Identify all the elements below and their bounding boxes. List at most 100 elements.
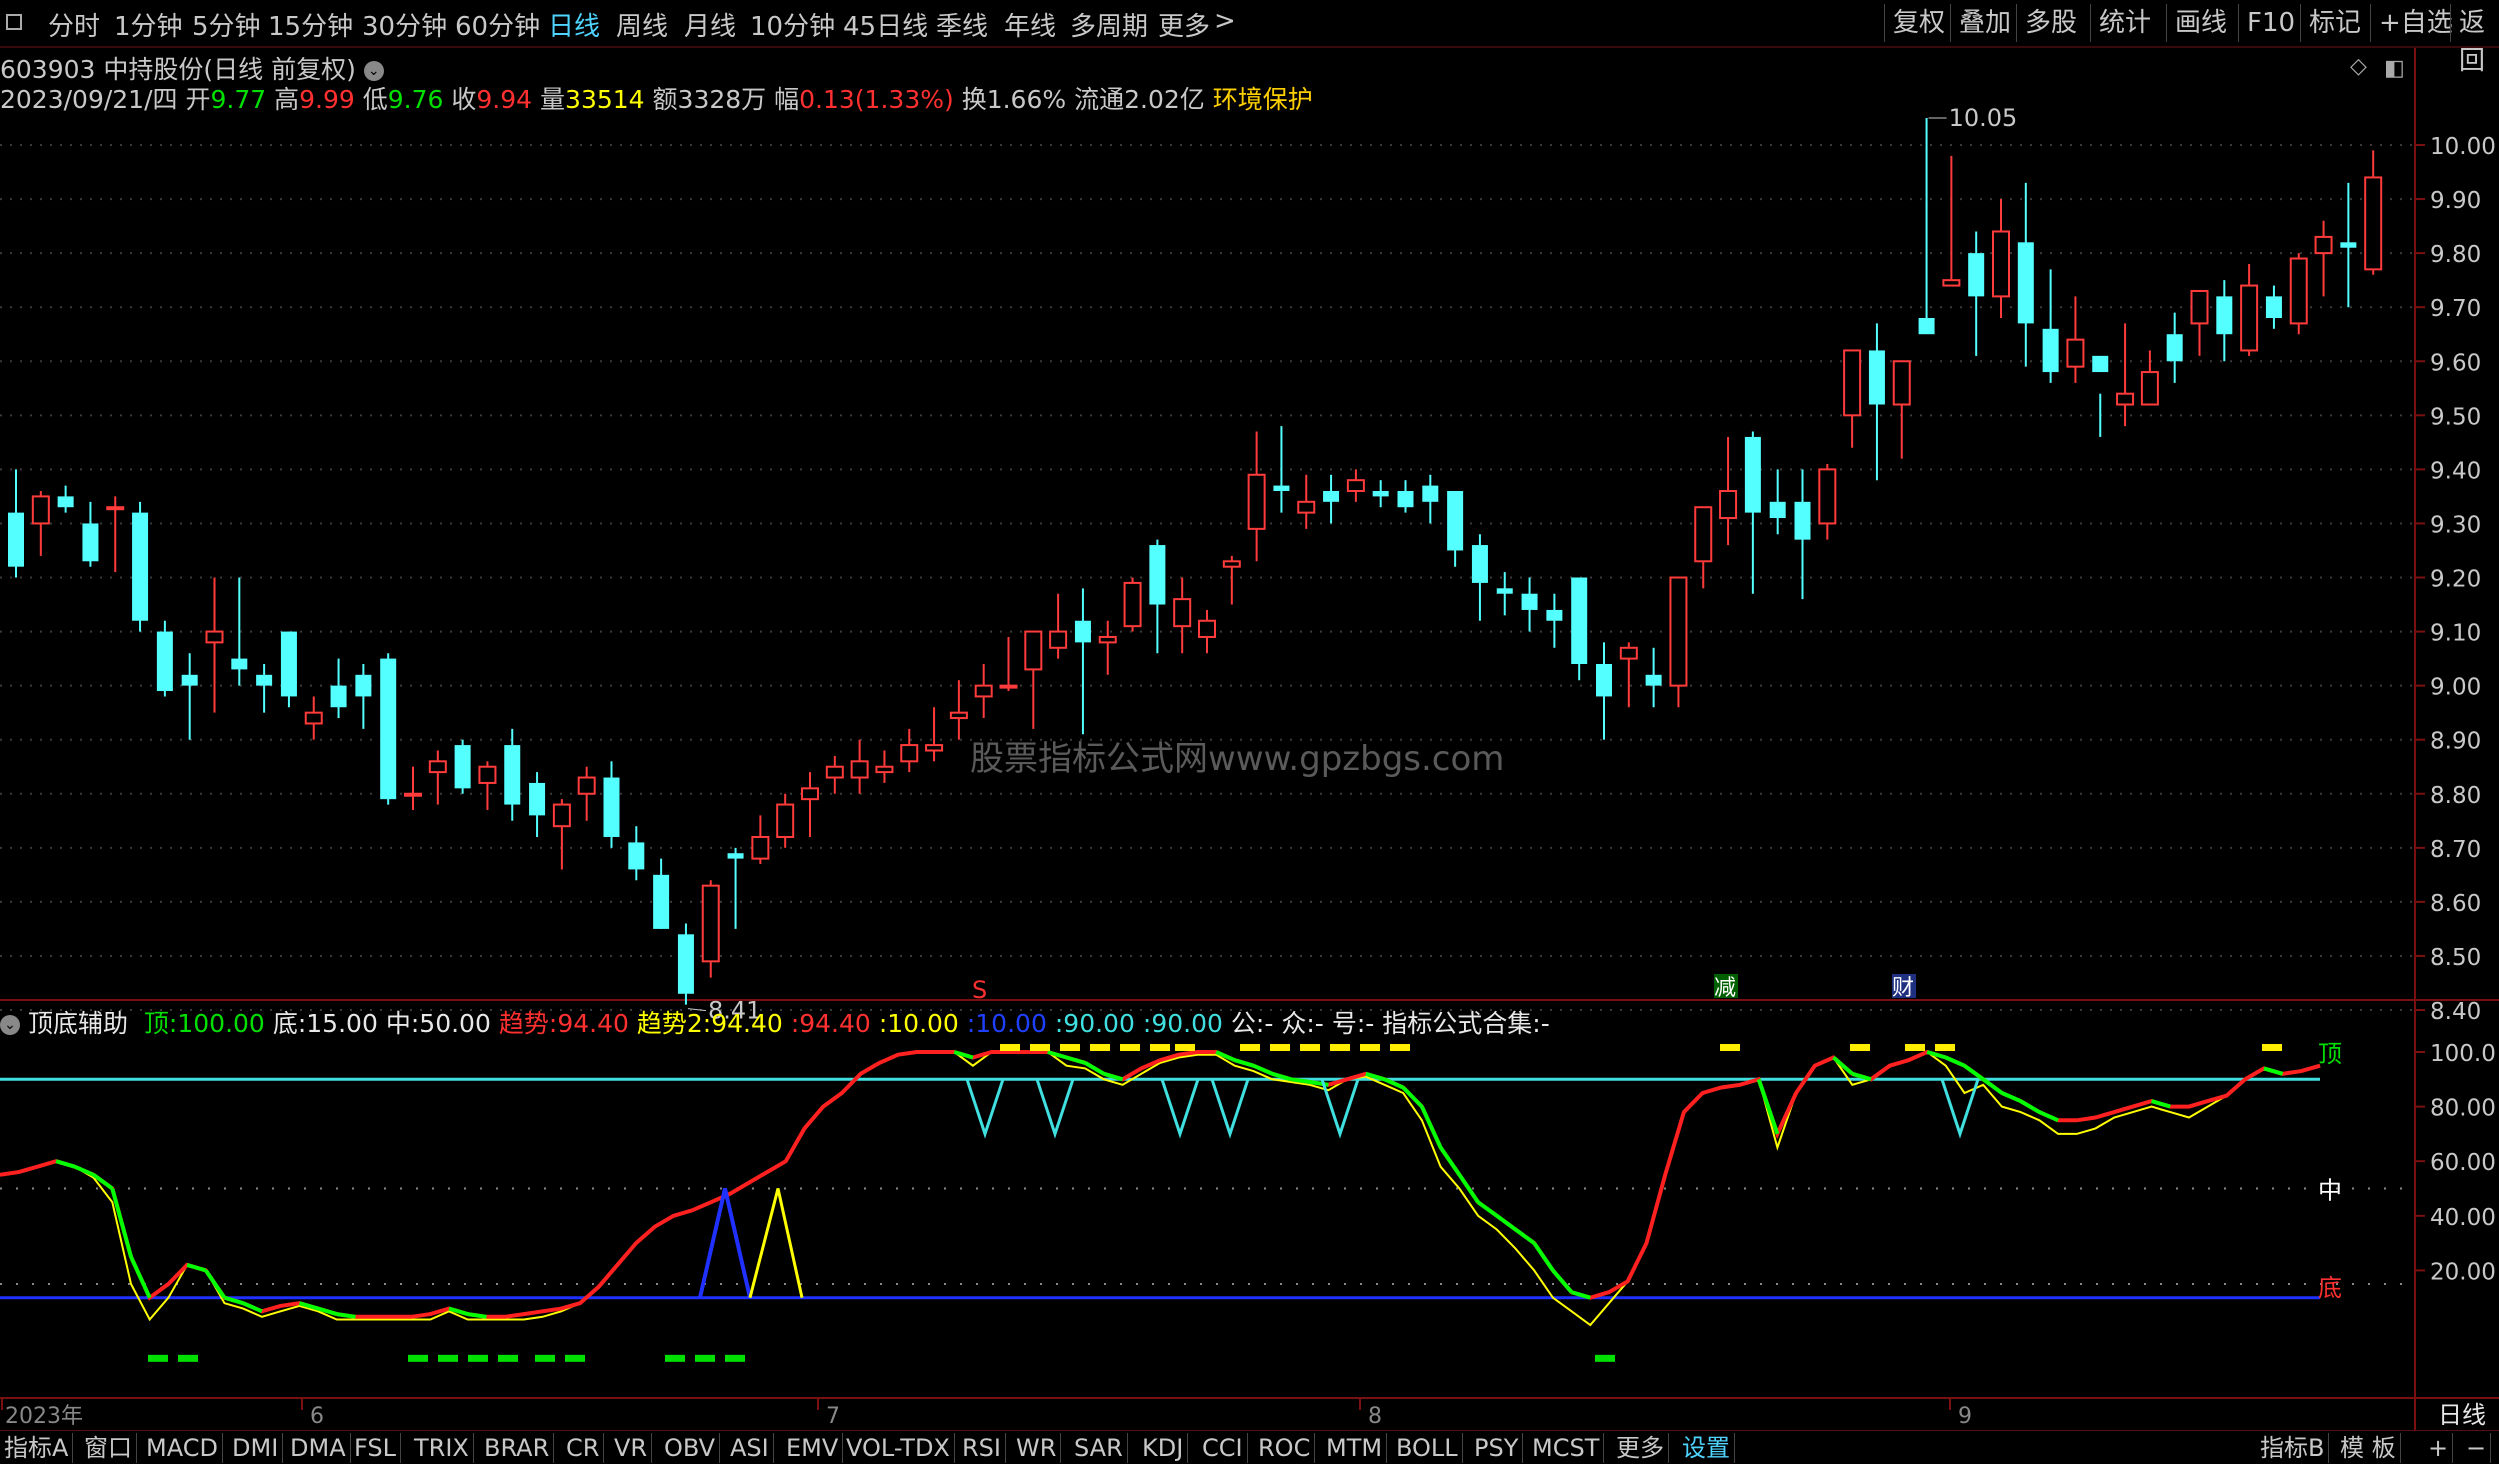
top-signal-bar: [1175, 1044, 1195, 1051]
price-tick-label: 9.10: [2430, 621, 2481, 647]
period-tab-1[interactable]: 1分钟: [114, 6, 183, 43]
indicator-menu-icon[interactable]: ⌄: [0, 1015, 20, 1035]
candle-body: [280, 631, 297, 697]
candle-body: [727, 853, 744, 859]
indicator-tab-27[interactable]: 模 板: [2336, 1433, 2401, 1463]
toolbar-button-0[interactable]: 复权: [1884, 4, 1953, 42]
period-tab-10[interactable]: 45日线: [843, 6, 928, 43]
top-signal-bar: [1935, 1044, 1955, 1051]
toolbar-button-4[interactable]: 画线: [2166, 4, 2235, 42]
candle-body: [31, 495, 50, 525]
period-tab-8[interactable]: 月线: [684, 6, 736, 43]
candle-body: [1669, 576, 1688, 687]
toolbar-button-5[interactable]: F10: [2238, 4, 2303, 42]
candle-body: [1247, 473, 1266, 530]
indicator-tab-29[interactable]: −: [2462, 1433, 2492, 1463]
indicator-tab-14[interactable]: RSI: [958, 1433, 1006, 1463]
toolbar-button-6[interactable]: 标记: [2300, 4, 2369, 42]
indicator-tab-5[interactable]: FSL: [350, 1433, 401, 1463]
candle-body: [529, 782, 546, 816]
candle-body: [701, 884, 720, 963]
menu-icon[interactable]: [6, 14, 22, 30]
period-tab-5[interactable]: 60分钟: [455, 6, 540, 43]
watermark: 股票指标公式网www.gpzbgs.com: [970, 739, 1504, 779]
candle-body: [2364, 176, 2383, 271]
indicator-tab-15[interactable]: WR: [1012, 1433, 1062, 1463]
candle-body: [2017, 242, 2034, 324]
indicator-tab-20[interactable]: MTM: [1322, 1433, 1388, 1463]
concept-tag[interactable]: 环境保护: [1213, 85, 1313, 114]
indicator-tab-9[interactable]: VR: [610, 1433, 653, 1463]
candle-body: [1123, 581, 1142, 628]
indicator-tab-4[interactable]: DMA: [286, 1433, 351, 1463]
candle-body: [380, 658, 397, 800]
indicator-value-6: 10.00: [887, 1009, 959, 1038]
period-tab-12[interactable]: 年线: [1004, 6, 1056, 43]
indicator-value-0: 100.00: [177, 1009, 265, 1038]
indicator-tab-23[interactable]: MCST: [1528, 1433, 1605, 1463]
toolbar-button-7[interactable]: +自选: [2370, 4, 2461, 42]
candle-body: [57, 496, 74, 508]
top-signal-bar: [1030, 1044, 1050, 1051]
diamond-icon[interactable]: ◇: [2350, 54, 2367, 79]
candle-body: [2092, 355, 2109, 373]
bottom-signal-bar: [178, 1354, 198, 1362]
candle-body: [2289, 257, 2308, 325]
indicator-value-1: 15.00: [306, 1009, 378, 1038]
period-tab-3[interactable]: 15分钟: [268, 6, 353, 43]
candle-body: [1546, 609, 1563, 621]
indicator-tab-7[interactable]: BRAR: [480, 1433, 555, 1463]
indicator-tab-16[interactable]: SAR: [1070, 1433, 1128, 1463]
indicator-tab-18[interactable]: CCI: [1198, 1433, 1248, 1463]
period-tab-0[interactable]: 分时: [48, 6, 100, 43]
dropdown-icon[interactable]: ⌄: [363, 61, 384, 81]
period-tab-11[interactable]: 季线: [936, 6, 988, 43]
indicator-label-4: 趋势2:: [636, 1009, 712, 1038]
indicator-tab-25[interactable]: 设置: [1678, 1433, 1735, 1463]
indicator-tab-19[interactable]: ROC: [1254, 1433, 1316, 1463]
toolbar-button-8[interactable]: 返回: [2450, 4, 2499, 76]
indicator-label-11: 众:: [1281, 1009, 1315, 1038]
indicator-tab-28[interactable]: +: [2424, 1433, 2454, 1463]
indicator-tab-6[interactable]: TRIX: [410, 1433, 474, 1463]
indicator-tab-26[interactable]: 指标B: [2256, 1433, 2330, 1463]
toolbar-button-3[interactable]: 统计: [2090, 4, 2159, 42]
turn-value: 1.66%: [986, 85, 1067, 114]
panel-toggle-icon[interactable]: ◧: [2384, 56, 2405, 81]
candle-body: [1198, 619, 1216, 638]
indicator-tab-0[interactable]: 指标A: [0, 1433, 74, 1463]
indicator-tab-17[interactable]: KDJ: [1138, 1433, 1189, 1463]
candle-body: [2265, 296, 2282, 318]
indicator-value-10: -: [1264, 1009, 1274, 1038]
kline-chart[interactable]: 10.058.41S 减财 顶中底 10.009.909.809.709.609.…: [0, 0, 2499, 1464]
indicator-tab-13[interactable]: VOL-TDX: [842, 1433, 955, 1463]
indicator-tab-12[interactable]: EMV: [782, 1433, 844, 1463]
indicator-tab-21[interactable]: BOLL: [1392, 1433, 1463, 1463]
cyan-v-signal: [1035, 1078, 1075, 1139]
period-tab-4[interactable]: 30分钟: [362, 6, 447, 43]
candle-body: [1222, 560, 1241, 568]
period-tab-14[interactable]: 更多: [1158, 6, 1210, 43]
ind-tick-label: 20.00: [2430, 1259, 2496, 1285]
period-tab-13[interactable]: 多周期: [1070, 6, 1148, 43]
toolbar-button-1[interactable]: 叠加: [1950, 4, 2019, 42]
indicator-tab-3[interactable]: DMI: [228, 1433, 284, 1463]
candle-body: [1422, 485, 1439, 502]
toolbar-button-2[interactable]: 多股: [2016, 4, 2085, 42]
cai-mark-bg: [1892, 974, 1916, 998]
more-chevron-icon[interactable]: >: [1214, 6, 1236, 36]
period-tab-2[interactable]: 5分钟: [192, 6, 261, 43]
indicator-value-4: 94.40: [711, 1009, 783, 1038]
indicator-tab-11[interactable]: ASI: [726, 1433, 774, 1463]
indicator-tab-24[interactable]: 更多: [1612, 1433, 1669, 1463]
indicator-tab-8[interactable]: CR: [562, 1433, 605, 1463]
period-tab-9[interactable]: 10分钟: [750, 6, 835, 43]
indicator-tab-22[interactable]: PSY: [1470, 1433, 1524, 1463]
indicator-tab-1[interactable]: 窗口: [80, 1433, 137, 1463]
indicator-tab-10[interactable]: OBV: [660, 1433, 721, 1463]
candle-body: [2116, 392, 2135, 406]
period-tab-7[interactable]: 周线: [616, 6, 668, 43]
indicator-tab-2[interactable]: MACD: [142, 1433, 223, 1463]
period-tab-6[interactable]: 日线: [548, 6, 600, 43]
bottom-label: 底: [2318, 1274, 2342, 1302]
